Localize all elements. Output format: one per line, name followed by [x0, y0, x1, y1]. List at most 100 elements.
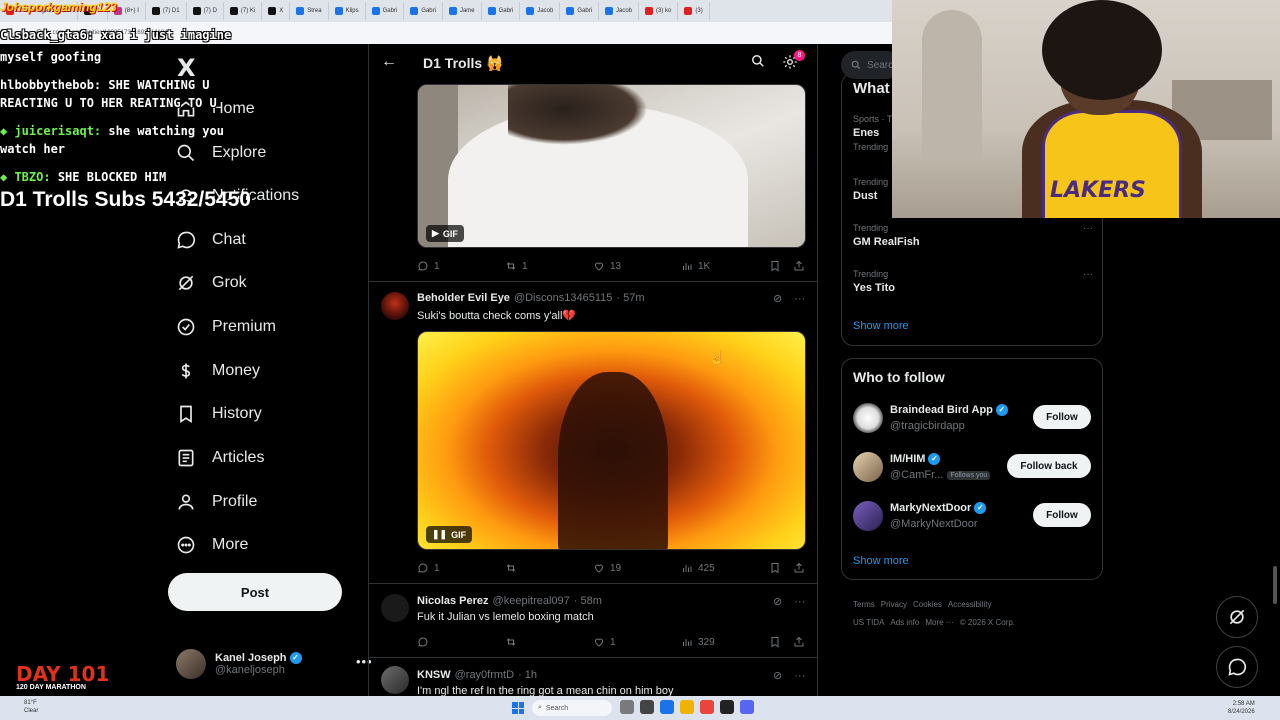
windows-start-icon[interactable]: [512, 702, 524, 714]
reply-button[interactable]: 1: [417, 562, 440, 574]
views-button[interactable]: 329: [681, 636, 715, 648]
more-dots-icon[interactable]: ···: [1083, 269, 1093, 280]
footer-link[interactable]: Privacy: [881, 600, 907, 609]
like-button[interactable]: 13: [593, 260, 621, 272]
follow-suggestion[interactable]: IM/HIM ✓ @CamFr... Follows you Follow back: [853, 450, 1093, 486]
obs-icon[interactable]: [720, 700, 734, 714]
scrollbar[interactable]: [1273, 566, 1277, 604]
grok-icon[interactable]: ⊘: [773, 595, 782, 608]
browser-tab[interactable]: Strea: [290, 2, 329, 20]
browser-tab[interactable]: X: [262, 2, 291, 20]
bookmark-button[interactable]: [769, 260, 781, 272]
search-icon[interactable]: [751, 54, 765, 73]
more-dots-icon[interactable]: ···: [794, 293, 805, 305]
share-button[interactable]: [793, 562, 805, 574]
weather-widget[interactable]: 81°F Clear: [24, 699, 38, 715]
footer-link[interactable]: Terms: [853, 600, 875, 609]
like-button[interactable]: 1: [593, 636, 616, 648]
browser-tab[interactable]: Jacob: [599, 2, 640, 20]
tweet-time[interactable]: · 1h: [518, 669, 537, 681]
tweet-media-gif[interactable]: ▶ GIF: [417, 84, 806, 248]
account-switcher[interactable]: Kanel Joseph ✓ @kaneljoseph •••: [176, 646, 372, 682]
sidebar-item-chat[interactable]: Chat: [176, 222, 246, 258]
taskbar-search[interactable]: ⌕ Search: [532, 700, 612, 716]
tweet-author-name[interactable]: Nicolas Perez: [417, 595, 489, 607]
grok-icon[interactable]: ⊘: [773, 669, 782, 682]
sidebar-item-premium[interactable]: Premium: [176, 309, 276, 345]
browser-tab[interactable]: Gabri: [404, 2, 443, 20]
show-more-link[interactable]: Show more: [853, 320, 909, 332]
browser-tab[interactable]: (7) D: [187, 2, 224, 20]
edge-icon[interactable]: [660, 700, 674, 714]
sidebar-item-articles[interactable]: Articles: [176, 440, 264, 476]
tweet-time[interactable]: · 57m: [616, 292, 644, 304]
follow-button[interactable]: Follow: [1033, 405, 1091, 429]
sidebar-item-history[interactable]: History: [176, 396, 262, 432]
browser-tab[interactable]: Klips: [329, 2, 366, 20]
tweet-author-handle[interactable]: @ray0frmtD: [455, 669, 514, 681]
sidebar-item-explore[interactable]: Explore: [176, 135, 266, 171]
gif-badge[interactable]: ▶ GIF: [426, 225, 464, 242]
sidebar-item-money[interactable]: Money: [176, 353, 260, 389]
views-button[interactable]: 425: [681, 562, 715, 574]
footer-link[interactable]: Accessibility: [948, 600, 992, 609]
gif-badge[interactable]: ❚❚ GIF: [426, 526, 473, 543]
show-more-link[interactable]: Show more: [853, 555, 909, 567]
footer-link[interactable]: Ads info: [890, 618, 919, 627]
avatar[interactable]: [853, 403, 883, 433]
browser-tab[interactable]: Gabri: [482, 2, 521, 20]
tweet-time[interactable]: · 58m: [574, 595, 602, 607]
browser-tab[interactable]: (3): [678, 2, 710, 20]
taskbar-clock[interactable]: 2:58 AM 8/24/2026: [1228, 700, 1255, 716]
browser-tab[interactable]: (7) D1: [146, 2, 187, 20]
sidebar-item-more[interactable]: More: [176, 527, 248, 563]
footer-link[interactable]: More ···: [925, 618, 953, 627]
tweet-media-gif[interactable]: ❚❚ GIF: [417, 331, 806, 550]
like-button[interactable]: 19: [593, 562, 621, 574]
footer-link[interactable]: US TIDA: [853, 618, 884, 627]
footer-link[interactable]: © 2026 X Corp.: [960, 618, 1015, 627]
trend-item[interactable]: Trending GM RealFish ···: [853, 223, 1093, 248]
repost-button[interactable]: 1: [505, 260, 528, 272]
browser-tab[interactable]: (7) Ki: [224, 2, 263, 20]
share-button[interactable]: [793, 636, 805, 648]
trend-item[interactable]: Trending Yes Tito ···: [853, 269, 1093, 294]
folder-icon[interactable]: [680, 700, 694, 714]
tweet-avatar[interactable]: [381, 594, 409, 622]
tweet-avatar[interactable]: [381, 666, 409, 694]
app-icon[interactable]: [620, 700, 634, 714]
repost-button[interactable]: [505, 636, 522, 648]
browser-tab[interactable]: Gabri: [366, 2, 405, 20]
bookmark-button[interactable]: [769, 562, 781, 574]
browser-tab[interactable]: (3) ko: [639, 2, 679, 20]
browser-tab[interactable]: Jame: [443, 2, 482, 20]
follow-suggestion[interactable]: Braindead Bird App ✓ @tragicbirdapp Follow: [853, 401, 1093, 437]
follow-button[interactable]: Follow: [1033, 503, 1091, 527]
reply-button[interactable]: [417, 636, 434, 648]
tweet-avatar[interactable]: [381, 292, 409, 320]
browser-tab[interactable]: Jacob: [520, 2, 561, 20]
grok-float-button[interactable]: [1216, 596, 1258, 638]
tweet-author-name[interactable]: KNSW: [417, 669, 451, 681]
post-button[interactable]: Post: [168, 573, 342, 611]
share-button[interactable]: [793, 260, 805, 272]
sidebar-item-grok[interactable]: Grok: [176, 265, 247, 301]
bookmark-button[interactable]: [769, 636, 781, 648]
tweet-author-name[interactable]: Beholder Evil Eye: [417, 292, 510, 304]
more-dots-icon[interactable]: ···: [1083, 223, 1093, 234]
repost-button[interactable]: [505, 562, 522, 574]
chat-float-button[interactable]: [1216, 646, 1258, 688]
more-dots-icon[interactable]: ···: [794, 670, 805, 682]
follow-suggestion[interactable]: MarkyNextDoor ✓ @MarkyNextDoor Follow: [853, 499, 1093, 535]
app-icon[interactable]: [640, 700, 654, 714]
avatar[interactable]: [853, 452, 883, 482]
browser-tab[interactable]: Gabri: [560, 2, 599, 20]
sidebar-item-profile[interactable]: Profile: [176, 484, 257, 520]
follow-button[interactable]: Follow back: [1007, 454, 1091, 478]
avatar[interactable]: [853, 501, 883, 531]
grok-icon[interactable]: ⊘: [773, 292, 782, 305]
footer-link[interactable]: Cookies: [913, 600, 942, 609]
tweet-author-handle[interactable]: @keepitreal097: [493, 595, 570, 607]
tweet-author-handle[interactable]: @Discons13465115: [514, 292, 612, 304]
views-button[interactable]: 1K: [681, 260, 710, 272]
